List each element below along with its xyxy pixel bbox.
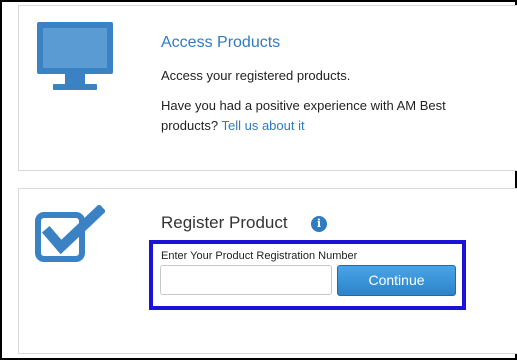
feedback-prompt: Have you had a positive experience with … bbox=[161, 96, 491, 136]
monitor-icon bbox=[37, 22, 113, 90]
access-products-description: Access your registered products. bbox=[161, 68, 351, 83]
checkbox-icon bbox=[35, 205, 105, 262]
tell-us-link[interactable]: Tell us about it bbox=[221, 118, 304, 133]
registration-number-input[interactable] bbox=[160, 265, 332, 295]
registration-number-label: Enter Your Product Registration Number bbox=[161, 250, 358, 262]
info-icon[interactable]: i bbox=[311, 216, 327, 232]
register-product-title: Register Product bbox=[161, 213, 288, 232]
continue-button[interactable]: Continue bbox=[337, 265, 456, 296]
access-products-card: Access Products Access your registered p… bbox=[18, 5, 517, 171]
access-products-title[interactable]: Access Products bbox=[161, 34, 280, 52]
